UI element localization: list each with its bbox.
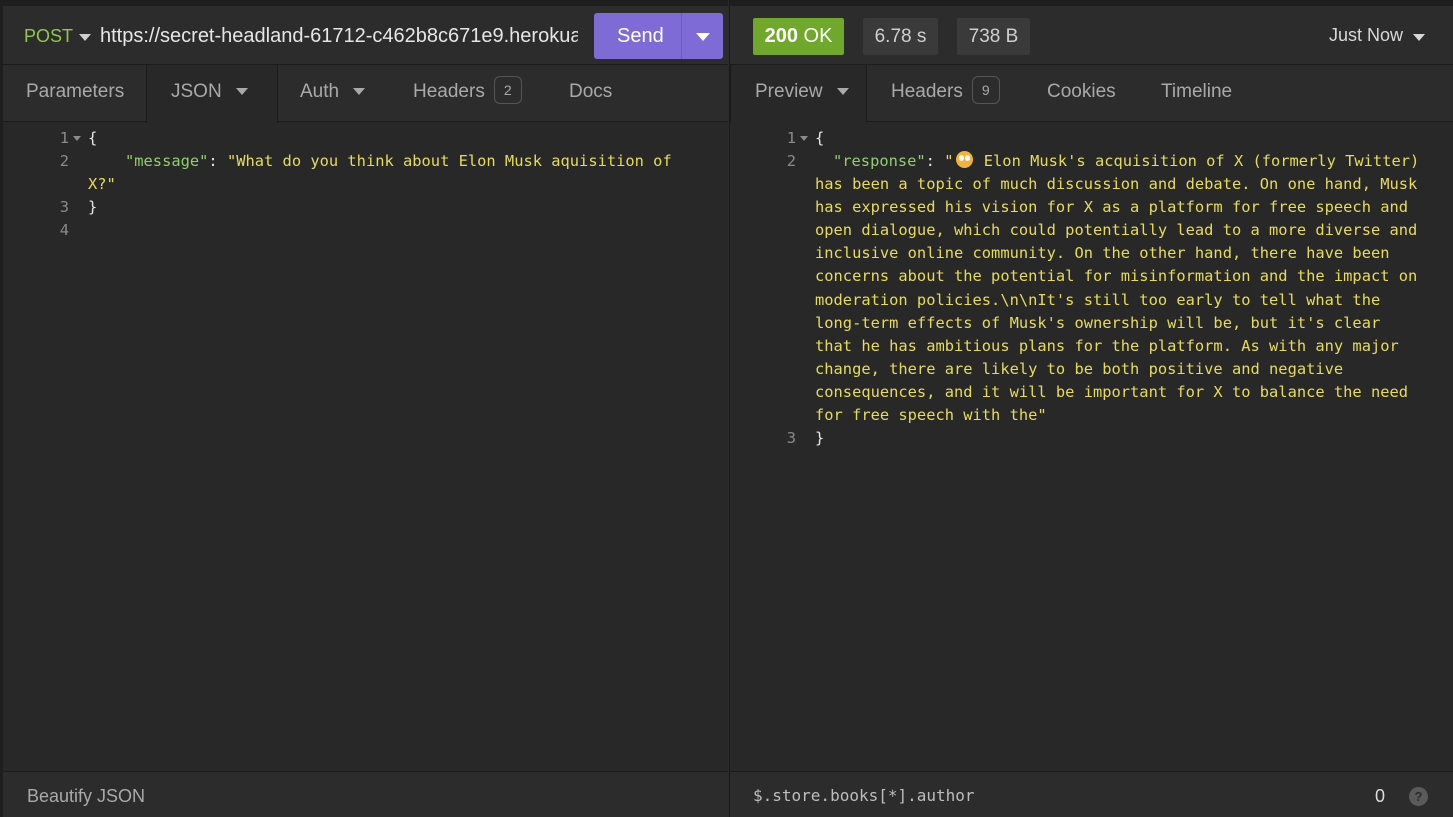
response-text: Elon Musk's acquisition of X (formerly T… (815, 152, 1420, 425)
response-time-badge: 6.78 s (863, 18, 938, 55)
status-badge: 200 OK (753, 18, 844, 55)
response-pane: 200 OK 6.78 s 738 B Just Now Preview Hea… (729, 0, 1453, 817)
json-string-value-wrap: X?" (88, 175, 116, 193)
json-line: "message": "What do you think about Elon… (125, 150, 672, 173)
send-divider (681, 13, 682, 59)
status-code: 200 (764, 25, 798, 47)
json-quote: " (944, 152, 954, 170)
fold-caret-icon[interactable] (800, 136, 808, 141)
chevron-down-icon[interactable] (353, 88, 366, 96)
tab-response-headers[interactable]: Headers 9 (891, 65, 1000, 122)
tab-preview[interactable]: Preview (730, 65, 867, 123)
tab-label: Docs (569, 81, 613, 102)
fold-caret-icon[interactable] (73, 136, 81, 141)
chevron-down-icon[interactable] (79, 34, 91, 41)
beautify-json-button[interactable]: Beautify JSON (27, 786, 145, 807)
response-filter-input[interactable]: $.store.books[*].author (753, 786, 975, 805)
tab-timeline[interactable]: Timeline (1161, 65, 1232, 122)
request-tabs: Parameters JSON Auth Headers 2 Docs (3, 65, 728, 123)
line-number: 1 (59, 129, 69, 147)
open-brace: { (88, 129, 98, 147)
response-footer: $.store.books[*].author 0 ? (730, 771, 1453, 817)
json-string-value: "What do you think about Elon Musk aquis… (226, 152, 672, 170)
request-pane: POST https://secret-headland-61712-c462b… (0, 0, 728, 817)
chevron-down-icon[interactable] (1413, 34, 1425, 41)
help-icon[interactable]: ? (1409, 787, 1428, 806)
open-brace: { (815, 129, 825, 147)
close-brace: } (815, 429, 825, 447)
send-options-chevron-icon[interactable] (696, 33, 710, 41)
response-tabs: Preview Headers 9 Cookies Timeline (730, 65, 1453, 123)
line-number: 4 (59, 221, 69, 239)
tab-json[interactable]: JSON (146, 65, 278, 123)
response-body-viewer[interactable]: 1 { 2 "response": " Elon Musk's acquisit… (730, 123, 1453, 771)
headers-count-badge: 9 (971, 75, 1000, 104)
tab-cookies[interactable]: Cookies (1047, 65, 1116, 122)
line-number: 2 (59, 152, 69, 170)
close-brace: } (88, 198, 98, 216)
tab-label: Timeline (1161, 81, 1233, 102)
face-with-rolling-eyes-emoji-icon (955, 151, 973, 168)
json-colon: : (925, 152, 945, 170)
request-body-editor[interactable]: 1 { 2 "message": "What do you think abou… (3, 123, 728, 771)
line-number: 3 (786, 429, 796, 447)
line-number: 2 (786, 152, 796, 170)
tab-label: Cookies (1047, 81, 1116, 102)
history-dropdown[interactable]: Just Now (1329, 25, 1403, 46)
status-text: OK (803, 25, 833, 47)
json-colon: : (208, 152, 227, 170)
line-number: 1 (786, 129, 796, 147)
send-button[interactable]: Send (594, 13, 723, 59)
tab-auth[interactable]: Auth (300, 65, 366, 122)
filter-result-count: 0 (1374, 786, 1385, 806)
tab-label: Headers (413, 81, 485, 102)
response-status-bar: 200 OK 6.78 s 738 B Just Now (730, 0, 1453, 65)
line-number: 3 (59, 198, 69, 216)
http-method-selector[interactable]: POST (24, 26, 73, 47)
tab-headers[interactable]: Headers 2 (413, 65, 522, 122)
response-size-badge: 738 B (957, 18, 1030, 55)
request-url-bar: POST https://secret-headland-61712-c462b… (3, 0, 728, 65)
tab-label: Auth (300, 81, 340, 102)
chevron-down-icon[interactable] (836, 88, 849, 96)
send-button-label[interactable]: Send (617, 25, 664, 48)
tab-parameters[interactable]: Parameters (26, 65, 124, 122)
tab-label: Parameters (26, 81, 125, 102)
tab-docs[interactable]: Docs (569, 65, 612, 122)
tab-label: Headers (891, 81, 963, 102)
headers-count-badge: 2 (493, 75, 522, 104)
url-input[interactable]: https://secret-headland-61712-c462b8c671… (100, 25, 578, 48)
tab-label: Preview (755, 81, 823, 102)
tab-label: JSON (171, 81, 222, 102)
json-key: "message" (125, 152, 209, 170)
chevron-down-icon[interactable] (235, 88, 248, 96)
request-footer: Beautify JSON (3, 771, 728, 817)
response-json-value: "response": " Elon Musk's acquisition of… (815, 150, 1420, 427)
json-key: "response" (833, 152, 926, 170)
